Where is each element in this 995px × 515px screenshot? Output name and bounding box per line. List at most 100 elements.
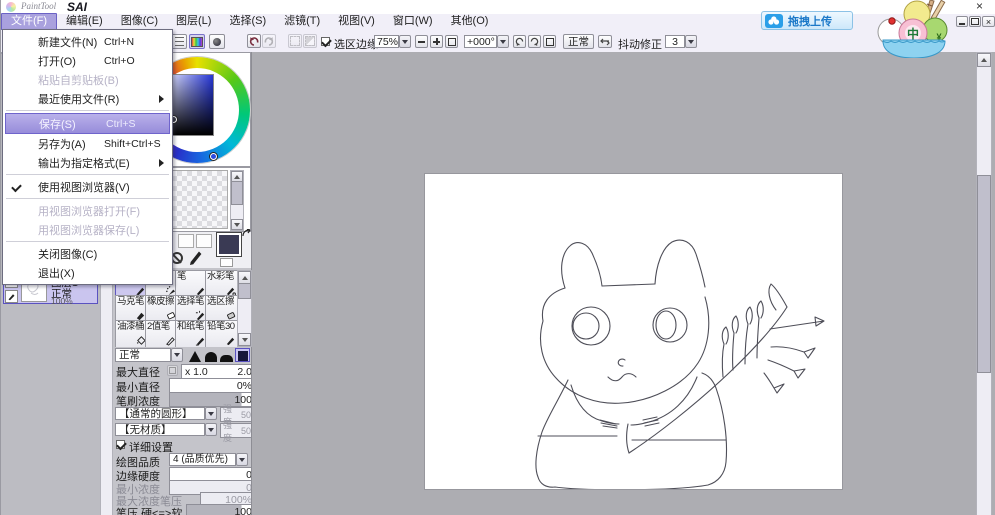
menu-item-save-as[interactable]: 另存为(A) Shift+Ctrl+S [4,134,171,153]
max-diameter-value: 2.0 [237,366,251,378]
menu-window[interactable]: 窗口(W) [384,14,442,30]
checkmark-icon [116,440,127,451]
min-diameter-slider[interactable]: 0% [169,378,251,393]
detail-settings-checkbox[interactable] [116,440,125,449]
scratchpad-canvas[interactable] [171,170,228,229]
zoom-in-button[interactable] [430,35,443,48]
undo-button[interactable] [247,34,261,48]
restore-button[interactable] [969,16,981,27]
brush-shape-box[interactable]: 【通常的圆形】 [115,407,205,420]
swatch-slot-2[interactable] [196,234,212,248]
blend-mode-dropdown-button[interactable] [171,348,183,362]
view-normal-button[interactable]: 正常 [563,34,594,49]
close-button[interactable]: × [982,16,995,27]
redo-button[interactable] [262,34,276,48]
scroll-up-button[interactable] [977,53,991,67]
lines-icon [175,37,184,46]
swap-colors-icon[interactable] [242,229,252,239]
pen-pressure-slider[interactable]: 100 [186,504,251,515]
menu-select[interactable]: 选择(S) [220,14,275,30]
brush-edge-round[interactable] [203,348,218,362]
brush-shape-dropdown-button[interactable] [205,407,217,420]
tool-bucket[interactable]: 油漆桶 [115,320,148,348]
layer-paint-indicator[interactable] [5,290,18,303]
brush-edge-square[interactable] [235,348,250,362]
panel-lines-button[interactable] [171,34,187,49]
menu-item-paste-from-clipboard[interactable]: 粘贴自剪贴板(B) [4,70,171,89]
pen-tool-icon[interactable] [188,249,204,265]
quality-dropdown-button[interactable] [236,453,248,466]
foreground-color-swatch[interactable] [216,232,242,257]
shortcut: Ctrl+S [106,118,135,130]
reset-square-icon [546,38,554,46]
menu-filter[interactable]: 滤镜(T) [275,14,329,30]
angle-value-box[interactable]: +000° [464,35,497,48]
swatch-slot-1[interactable] [178,234,194,248]
canvas[interactable] [425,174,842,489]
menu-others[interactable]: 其他(O) [442,14,498,30]
tool-pen[interactable]: 笔 [175,270,208,298]
tool-select-pen[interactable]: 选择笔 [175,295,208,323]
background-color-swatch[interactable] [220,258,233,267]
arrow-down-icon [234,223,240,227]
tone-panel-toggle-button[interactable] [209,34,225,49]
menu-layer[interactable]: 图层(L) [167,14,220,30]
jitter-dropdown-button[interactable] [685,35,697,48]
layer-scrollbar[interactable] [100,273,113,515]
scratchpad-scroll-thumb[interactable] [231,181,243,205]
menu-image[interactable]: 图像(C) [112,14,167,30]
flip-view-button[interactable] [598,35,612,48]
selection-edge-checkbox[interactable] [321,37,330,46]
scroll-down-button[interactable] [238,333,251,346]
menu-item-use-view-browser[interactable]: 使用视图浏览器(V) [4,177,171,196]
brush-texture-dropdown-button[interactable] [205,423,217,436]
close-icon: × [986,17,991,27]
zoom-reset-button[interactable] [445,35,458,48]
menu-item-save-with-view-browser[interactable]: 用视图浏览器保存(L) [4,220,171,239]
reset-square-icon [448,38,456,46]
brush-edge-flat[interactable] [219,348,234,362]
tool-eraser[interactable]: 橡皮擦 [145,295,178,323]
zoom-value-box[interactable]: 75% [374,35,399,48]
minimize-button[interactable] [956,16,968,27]
quality-box[interactable]: 4 (品质优先) [169,453,236,466]
brush-blend-mode-box[interactable]: 正常 [115,348,171,362]
angle-dropdown-button[interactable] [497,35,509,48]
canvas-vscroll-thumb[interactable] [977,175,991,373]
deselect-button[interactable] [288,34,302,48]
color-panel-toggle-button[interactable] [189,34,205,49]
tool-binary-pen[interactable]: 2值笔 [145,320,178,348]
jitter-correction-label: 抖动修正 [618,36,662,52]
tool-marker[interactable]: 马克笔 [115,295,148,323]
menu-item-export-format[interactable]: 输出为指定格式(E) [4,153,171,172]
tool-select-eraser[interactable]: 选区擦 [205,295,238,323]
menu-edit[interactable]: 编辑(E) [57,14,112,30]
menu-item-save[interactable]: 保存(S) Ctrl+S [5,113,170,134]
menu-item-open-with-view-browser[interactable]: 用视图浏览器打开(F) [4,201,171,220]
rotate-cw-button[interactable] [528,35,541,48]
invert-selection-button[interactable] [303,34,317,48]
hue-marker[interactable] [210,153,217,160]
diameter-unit-button[interactable] [167,365,178,376]
brush-edge-soft[interactable] [187,348,202,362]
tool-grid-scroll-thumb[interactable] [238,283,251,299]
tool-paper-pen[interactable]: 和纸笔 [175,320,208,348]
tool-watercolor[interactable]: 水彩笔 [205,270,238,298]
drag-upload-button[interactable]: 拖拽上传 [761,11,853,30]
menu-item-recent-files[interactable]: 最近使用文件(R) [4,89,171,108]
rotate-ccw-button[interactable] [513,35,526,48]
brush-texture-box[interactable]: 【无材质】 [115,423,205,436]
menu-item-close-image[interactable]: 关闭图像(C) [4,244,171,263]
menu-view[interactable]: 视图(V) [329,14,384,30]
tool-pencil30[interactable]: 铅笔30 [205,320,238,348]
texture-strength-slider[interactable]: 强度 50 [220,423,251,438]
outer-close-button[interactable]: × [972,0,987,13]
menu-item-exit[interactable]: 退出(X) [4,263,171,282]
zoom-dropdown-button[interactable] [399,35,411,48]
zoom-out-button[interactable] [415,35,428,48]
jitter-value-box[interactable]: 3 [665,35,685,48]
rotate-reset-button[interactable] [543,35,556,48]
menu-item-open[interactable]: 打开(O) Ctrl+O [4,51,171,70]
max-diameter-slider[interactable]: x 1.0 2.0 [181,364,251,379]
menu-item-new-file[interactable]: 新建文件(N) Ctrl+N [4,32,171,51]
